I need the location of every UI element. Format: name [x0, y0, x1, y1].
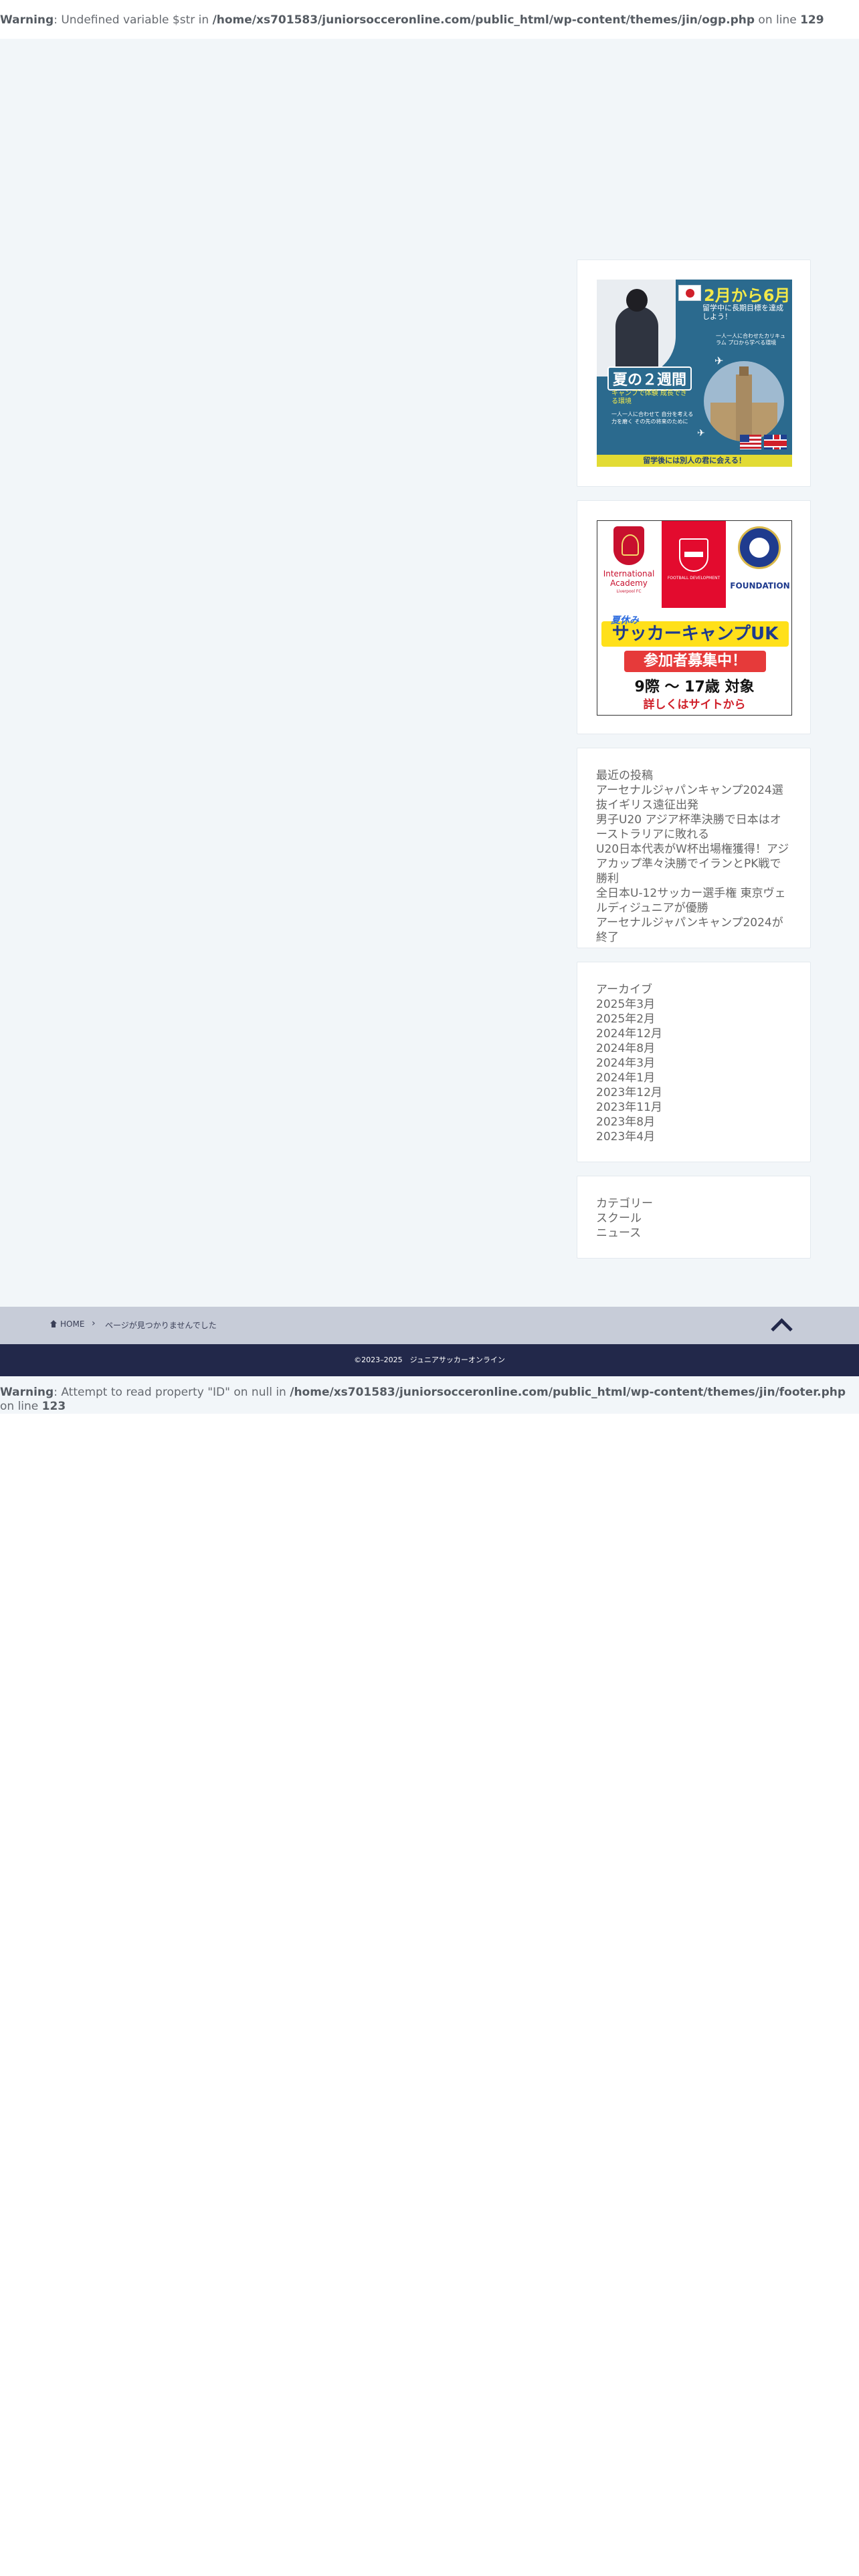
warning-label: Warning — [0, 1386, 54, 1399]
warning-message: : Undefined variable $str in — [54, 13, 213, 27]
warning-line: 123 — [41, 1400, 66, 1413]
chelsea-logo: FOUNDATION — [730, 526, 790, 605]
categories-widget: カテゴリー スクール ニュース — [577, 1176, 811, 1259]
liverpool-academy-text: International Academy — [603, 569, 655, 588]
archives-title: アーカイブ — [596, 983, 652, 996]
archive-link[interactable]: 2025年3月 — [596, 997, 791, 1012]
breadcrumb-separator: › — [92, 1318, 96, 1329]
archives-widget: アーカイブ 2025年3月 2025年2月 2024年12月 2024年8月 2… — [577, 962, 811, 1162]
clock-tower-top — [739, 366, 749, 376]
recent-posts-title: 最近の投稿 — [596, 769, 653, 782]
breadcrumb-home-link[interactable]: HOME — [50, 1319, 84, 1329]
chelsea-crest-icon — [738, 526, 781, 569]
archive-link[interactable]: 2024年3月 — [596, 1056, 791, 1071]
us-flag-icon — [740, 435, 761, 449]
php-warning-bottom: Warning: Attempt to read property "ID" o… — [0, 1376, 859, 1414]
liverpool-crest-icon — [613, 526, 644, 565]
footer: ©2023–2025 ジュニアサッカーオンライン — [0, 1344, 859, 1376]
banner-subhead: 留学中に長期目標を達成しよう！ — [702, 304, 783, 321]
banner-headline: 2月から6月 — [704, 286, 791, 305]
archive-link[interactable]: 2023年12月 — [596, 1085, 791, 1100]
arsenal-text: FOOTBALL DEVELOPMENT — [667, 576, 721, 580]
archive-link[interactable]: 2024年8月 — [596, 1041, 791, 1056]
php-warning-top: Warning: Undefined variable $str in /hom… — [0, 0, 859, 39]
study-abroad-banner[interactable]: 2月から6月 留学中に長期目標を達成しよう！ 一人一人に合わせたカリキュラム プ… — [597, 280, 792, 467]
recent-posts-widget: 最近の投稿 アーセナルジャパンキャンプ2024選抜イギリス遠征出発 男子U20 … — [577, 748, 811, 948]
recent-post-link[interactable]: 全日本U-12サッカー選手権 東京ヴェルディジュニアが優勝 — [596, 886, 791, 916]
banner-footer-text: 留学後には別人の君に会える！ — [597, 455, 792, 467]
warning-path: /home/xs701583/juniorsocceronline.com/pu… — [290, 1386, 846, 1399]
warning-message: : Attempt to read property "ID" on null … — [54, 1386, 290, 1399]
age-range: 9際 〜 17歳 対象 — [634, 679, 755, 695]
warning-label: Warning — [0, 13, 54, 27]
archive-link[interactable]: 2023年4月 — [596, 1130, 791, 1144]
student-head — [626, 289, 648, 312]
summer-subhead: キャンプで体験 成長できる環境 — [611, 390, 687, 405]
recent-post-link[interactable]: アーセナルジャパンキャンプ2024が終了 — [596, 916, 791, 945]
liverpool-logo: International Academy Liverpool FC — [601, 526, 656, 605]
study-abroad-banner-widget: 2月から6月 留学中に長期目標を達成しよう！ 一人一人に合わせたカリキュラム プ… — [577, 259, 811, 487]
warning-on-line: on line — [755, 13, 801, 27]
breadcrumb-current: ページが見つかりませんでした — [105, 1321, 217, 1330]
archive-link[interactable]: 2023年11月 — [596, 1100, 791, 1115]
recruit-badge: 参加者募集中！ — [624, 651, 766, 672]
archive-link[interactable]: 2024年12月 — [596, 1027, 791, 1041]
recent-post-link[interactable]: アーセナルジャパンキャンプ2024選抜イギリス遠征出発 — [596, 783, 791, 813]
warning-path: /home/xs701583/juniorsocceronline.com/pu… — [212, 13, 755, 27]
sidebar: 2月から6月 留学中に長期目標を達成しよう！ 一人一人に合わせたカリキュラム プ… — [577, 259, 811, 1272]
camp-title: サッカーキャンプUK — [611, 624, 779, 644]
soccer-camp-banner[interactable]: International Academy Liverpool FC FOOTB… — [597, 520, 792, 716]
category-link[interactable]: スクール — [596, 1211, 791, 1226]
breadcrumb: HOME › ページが見つかりませんでした — [0, 1307, 859, 1344]
student-photo — [597, 280, 676, 377]
home-icon — [50, 1320, 58, 1328]
japan-flag-icon — [678, 285, 701, 301]
archive-link[interactable]: 2024年1月 — [596, 1071, 791, 1085]
summer-lines: 一人一人に合わせて 自分を考える力を磨く その先の将来のために — [611, 411, 694, 425]
clock-tower — [736, 374, 752, 441]
soccer-camp-banner-widget: International Academy Liverpool FC FOOTB… — [577, 500, 811, 734]
arsenal-crest-icon — [679, 538, 708, 572]
airplane-icon: ✈ — [697, 428, 705, 439]
london-photo — [704, 361, 784, 441]
uk-flag-icon — [764, 435, 787, 449]
archive-link[interactable]: 2025年2月 — [596, 1012, 791, 1027]
recent-post-link[interactable]: U20日本代表がW杯出場権獲得！アジアカップ準々決勝でイランとPK戦で勝利 — [596, 842, 791, 886]
chelsea-foundation-text: FOUNDATION — [730, 581, 790, 591]
arsenal-logo: FOOTBALL DEVELOPMENT — [662, 521, 726, 608]
category-link[interactable]: ニュース — [596, 1226, 791, 1241]
copyright-text: ©2023–2025 ジュニアサッカーオンライン — [354, 1356, 505, 1364]
categories-title: カテゴリー — [596, 1197, 653, 1210]
page-top-button[interactable] — [769, 1316, 795, 1333]
archive-link[interactable]: 2023年8月 — [596, 1115, 791, 1130]
warning-on-line: on line — [0, 1400, 42, 1413]
breadcrumb-home-label: HOME — [60, 1319, 85, 1329]
warning-line: 129 — [800, 13, 824, 27]
details-text: 詳しくはサイトから — [643, 698, 746, 712]
liverpool-sub-text: Liverpool FC — [616, 589, 642, 594]
banner-lines: 一人一人に合わせたカリキュラム プロから学べる環境 — [716, 333, 785, 346]
airplane-icon: ✈ — [714, 354, 724, 367]
recent-post-link[interactable]: 男子U20 アジア杯準決勝で日本はオーストラリアに敗れる — [596, 813, 791, 842]
summer-headline: 夏の２週間 — [607, 366, 692, 391]
